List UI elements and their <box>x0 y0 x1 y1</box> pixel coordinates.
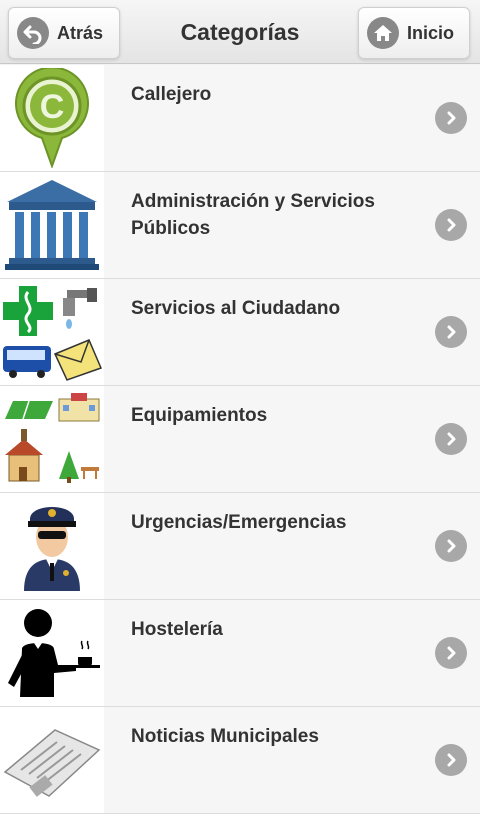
chevron-right-icon[interactable] <box>435 637 467 669</box>
government-building-icon <box>0 172 104 278</box>
category-label: Callejero <box>131 84 212 105</box>
svg-text:C: C <box>40 88 65 126</box>
chevron-right-icon[interactable] <box>435 744 467 776</box>
chevron-right-icon[interactable] <box>435 209 467 241</box>
category-label: Urgencias/Emergencias <box>131 512 347 533</box>
map-pin-c-icon: C <box>0 65 104 171</box>
chevron-right-icon[interactable] <box>435 316 467 348</box>
category-row-noticias[interactable]: Noticias Municipales <box>0 707 480 814</box>
category-label: Administración y Servicios Públicos <box>131 191 375 239</box>
police-officer-icon <box>0 493 104 599</box>
back-button-label: Atrás <box>57 22 104 43</box>
category-label: Hostelería <box>131 619 223 640</box>
home-button[interactable]: Inicio <box>358 7 470 59</box>
category-label: Noticias Municipales <box>131 726 319 747</box>
citizen-services-icon <box>0 279 104 385</box>
category-label: Equipamientos <box>131 405 268 426</box>
chevron-right-icon[interactable] <box>435 102 467 134</box>
home-icon <box>367 17 399 49</box>
category-label: Servicios al Ciudadano <box>131 298 341 319</box>
chevron-right-icon[interactable] <box>435 423 467 455</box>
chevron-right-icon[interactable] <box>435 530 467 562</box>
back-arrow-icon <box>17 17 49 49</box>
category-row-hosteleria[interactable]: Hostelería <box>0 600 480 707</box>
category-row-administracion[interactable]: Administración y Servicios Públicos <box>0 172 480 279</box>
category-row-equipamientos[interactable]: Equipamientos <box>0 386 480 493</box>
newspaper-icon <box>0 707 104 813</box>
facilities-icon <box>0 386 104 492</box>
category-row-servicios-ciudadano[interactable]: Servicios al Ciudadano <box>0 279 480 386</box>
category-row-callejero[interactable]: C Callejero <box>0 65 480 172</box>
category-list: C Callejero Administración y Servicios P… <box>0 65 480 814</box>
category-row-urgencias[interactable]: Urgencias/Emergencias <box>0 493 480 600</box>
back-button[interactable]: Atrás <box>8 7 120 59</box>
home-button-label: Inicio <box>407 22 455 43</box>
waiter-icon <box>0 600 104 706</box>
header-bar: Categorías Atrás Inicio <box>0 0 480 64</box>
